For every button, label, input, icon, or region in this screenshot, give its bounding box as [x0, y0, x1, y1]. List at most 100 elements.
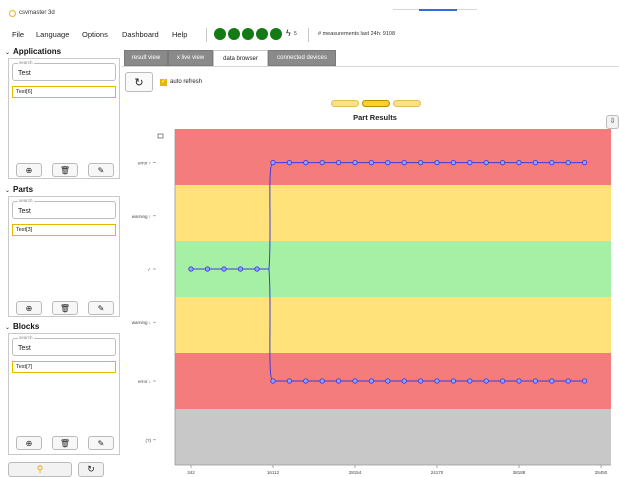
data-point	[516, 378, 522, 384]
title-bar: csvmaster 3d	[0, 0, 619, 20]
y-tick-label: warning ↑	[132, 214, 151, 219]
tab-data-browser[interactable]: data browser	[213, 50, 268, 66]
add-part-button[interactable]: ⊕	[16, 301, 42, 315]
parts-search-input[interactable]	[18, 206, 112, 216]
edit-part-button[interactable]: ✎	[88, 301, 114, 315]
search-button[interactable]: ⚲	[8, 462, 72, 477]
trash-icon: 🗑	[59, 303, 71, 313]
data-point	[499, 159, 506, 166]
chevron-down-icon: ⌄	[5, 325, 11, 331]
search-label: search	[18, 60, 34, 65]
error-upper-band	[175, 129, 611, 185]
legend-box-icon	[157, 133, 164, 139]
edit-application-button[interactable]: ✎	[88, 163, 114, 177]
data-point	[417, 378, 424, 384]
x-tick-label: 28154	[349, 470, 362, 474]
parts-heading[interactable]: ⌄ Parts	[5, 185, 33, 194]
tab-live-view[interactable]: x live view	[168, 50, 213, 66]
add-application-button[interactable]: ⊕	[16, 163, 42, 177]
auto-refresh-checkbox[interactable]: ✓	[160, 79, 167, 86]
data-point	[581, 378, 588, 384]
blocks-search[interactable]: search	[12, 335, 116, 356]
applications-heading[interactable]: ⌄ Applications	[5, 47, 61, 56]
search-label: search	[18, 198, 34, 203]
page-pill[interactable]	[393, 100, 421, 107]
data-point	[286, 378, 293, 384]
add-block-button[interactable]: ⊕	[16, 436, 42, 450]
data-point	[483, 159, 489, 166]
data-point	[532, 159, 539, 166]
tab-underline	[122, 66, 619, 67]
warning-lower-band	[175, 297, 611, 353]
refresh-icon: ↻	[87, 464, 95, 474]
data-point	[270, 378, 276, 384]
pencil-icon: ✎	[97, 438, 105, 448]
warning-upper-band	[175, 185, 611, 241]
data-point	[549, 378, 555, 384]
data-point	[467, 159, 473, 166]
search-icon: ⚲	[36, 464, 44, 474]
window-title: csvmaster 3d	[19, 10, 55, 16]
menu-help[interactable]: Help	[172, 30, 187, 39]
refresh-button[interactable]: ↻	[125, 72, 153, 92]
plus-circle-icon: ⊕	[25, 438, 33, 448]
applications-search[interactable]: search	[12, 60, 116, 81]
delete-application-button[interactable]: 🗑	[52, 163, 78, 177]
data-point	[417, 159, 424, 166]
menu-file[interactable]: File	[12, 30, 24, 39]
plus-circle-icon: ⊕	[25, 303, 33, 313]
status-dot-icon	[256, 28, 268, 40]
blocks-list-item[interactable]: Test[7]	[12, 361, 116, 373]
data-point	[319, 378, 325, 384]
y-tick-label: (?)	[146, 438, 152, 443]
applications-list-item[interactable]: Test[6]	[12, 86, 116, 98]
data-point	[483, 378, 489, 384]
parts-list-item[interactable]: Test[3]	[12, 224, 116, 236]
menu-dashboard[interactable]: Dashboard	[122, 30, 159, 39]
status-dot-icon	[270, 28, 282, 40]
parts-buttons: ⊕ 🗑 ✎	[14, 301, 116, 315]
parts-search[interactable]: search	[12, 198, 116, 219]
undefined-band	[175, 409, 611, 465]
data-point	[352, 159, 358, 166]
parts-heading-label: Parts	[13, 185, 34, 194]
data-point	[188, 266, 194, 272]
data-point	[254, 266, 260, 272]
pencil-icon: ✎	[97, 303, 105, 313]
blocks-search-input[interactable]	[18, 343, 112, 353]
blocks-heading[interactable]: ⌄ Blocks	[5, 322, 39, 331]
delete-block-button[interactable]: 🗑	[52, 436, 78, 450]
x-tick-label: 342	[187, 470, 195, 474]
x-tick-label: 24170	[431, 470, 444, 474]
x-tick-label: 16112	[267, 470, 280, 474]
plus-circle-icon: ⊕	[25, 165, 33, 175]
part-results-chart: error ↑ warning ↑ ✓ warning ↓ error ↓ (?) 342 1…	[132, 129, 611, 474]
y-tick-label: error ↓	[138, 379, 151, 384]
edit-block-button[interactable]: ✎	[88, 436, 114, 450]
data-point	[565, 378, 571, 384]
applications-panel: search Test[6] ⊕ 🗑 ✎	[8, 58, 120, 179]
measurement-count: # measurements last 24h: 9108	[318, 31, 396, 37]
data-point	[352, 378, 358, 384]
applications-search-input[interactable]	[18, 68, 112, 78]
data-point	[303, 378, 309, 384]
x-tick-label: 38188	[513, 470, 526, 474]
search-label: search	[18, 335, 34, 340]
menu-separator	[308, 28, 309, 42]
data-point	[516, 159, 522, 166]
page-pill-active[interactable]	[362, 100, 390, 107]
title-accent-line	[419, 9, 457, 11]
chart-title: Part Results	[353, 113, 397, 122]
menu-language[interactable]: Language	[36, 30, 69, 39]
tab-connected-devices[interactable]: connected devices	[268, 50, 336, 66]
data-point	[401, 159, 407, 166]
refresh-all-button[interactable]: ↻	[78, 462, 104, 477]
status-dot-icon	[214, 28, 226, 40]
page-pill[interactable]	[331, 100, 359, 107]
data-point	[467, 378, 473, 384]
app-logo-icon	[9, 10, 16, 17]
data-point	[221, 266, 227, 272]
delete-part-button[interactable]: 🗑	[52, 301, 78, 315]
menu-options[interactable]: Options	[82, 30, 108, 39]
tab-result-view[interactable]: result view	[124, 50, 168, 66]
